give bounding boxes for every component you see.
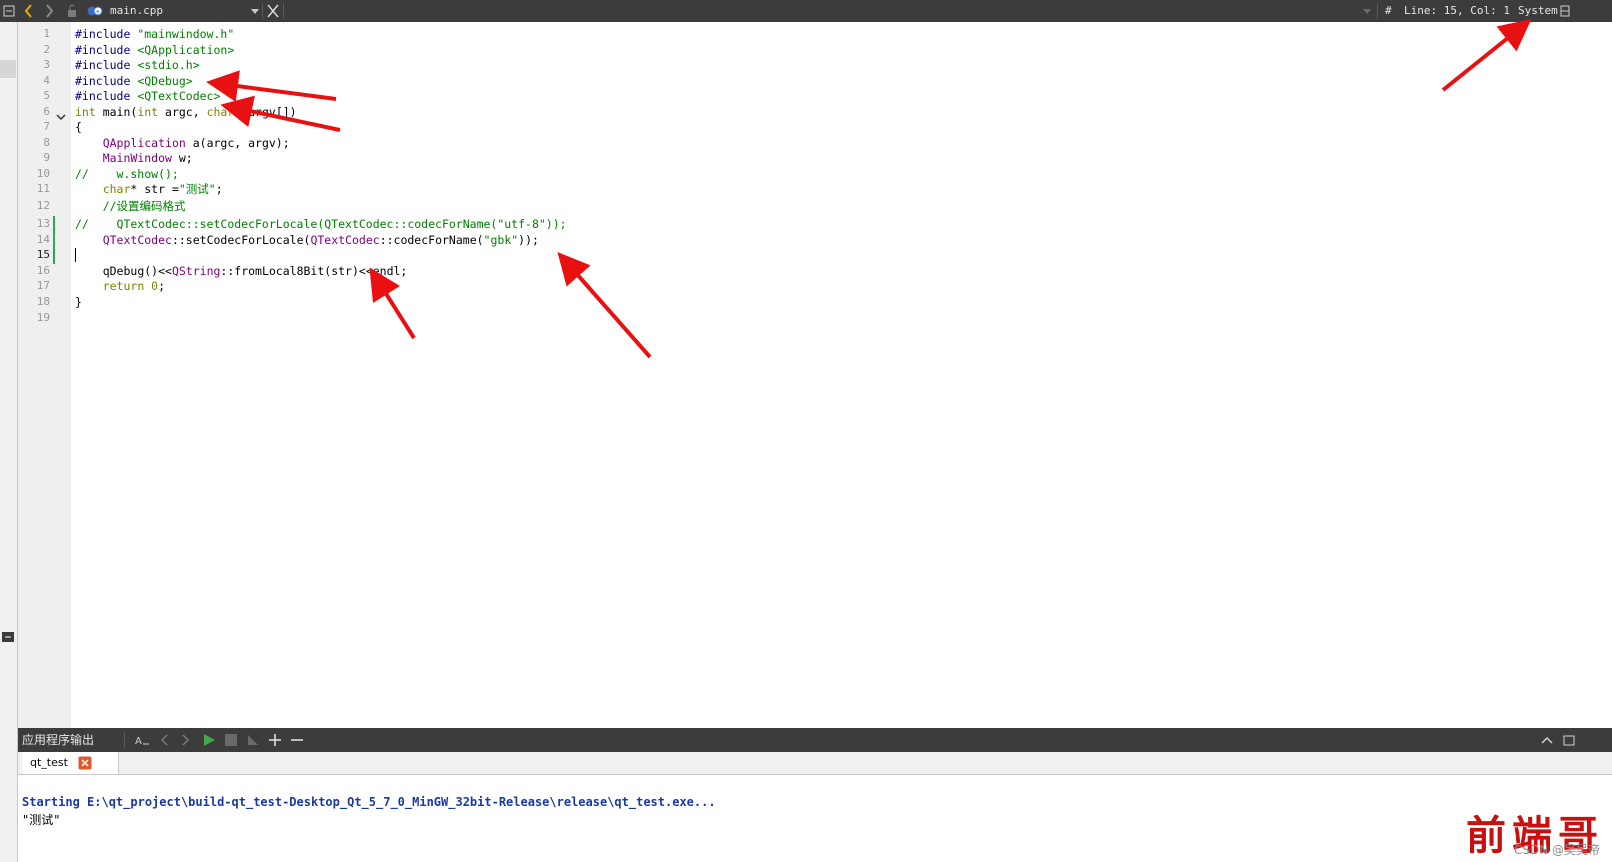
maximize-panel-icon[interactable]	[1540, 732, 1554, 751]
output-start-line: Starting E:\qt_project\build-qt_test-Des…	[22, 795, 716, 809]
output-area[interactable]: Starting E:\qt_project\build-qt_test-Des…	[18, 775, 1612, 862]
arrow-qtextcodec	[220, 95, 341, 132]
attach-debugger-icon[interactable]	[246, 732, 260, 751]
output-panel-header: 应用程序输出 A	[18, 728, 1612, 752]
close-panel-icon[interactable]	[1562, 732, 1576, 751]
output-result-line: "测试"	[22, 813, 61, 827]
svg-text:A: A	[135, 736, 142, 747]
zoom-in-icon[interactable]	[268, 732, 282, 751]
next-output-icon[interactable]	[178, 732, 192, 751]
tab-qt-test[interactable]: qt_test	[22, 752, 119, 774]
run-icon[interactable]	[202, 732, 216, 751]
prev-output-icon[interactable]	[158, 732, 172, 751]
watermark: 前端哥 CSDN @吴吴帝	[1466, 814, 1604, 858]
output-filter-icon[interactable]: A	[134, 732, 150, 751]
watermark-credit: CSDN @吴吴帝	[1513, 843, 1600, 857]
arrow-qdebug	[206, 70, 337, 102]
arrow-encoding	[1441, 18, 1532, 92]
output-panel-title: 应用程序输出	[22, 733, 95, 747]
tab-label: qt_test	[30, 756, 68, 769]
arrow-str	[369, 267, 416, 340]
arrow-gbk	[557, 251, 652, 359]
zoom-out-icon[interactable]	[290, 732, 304, 751]
output-tabs: qt_test	[18, 752, 1612, 775]
stop-icon[interactable]	[224, 733, 238, 750]
